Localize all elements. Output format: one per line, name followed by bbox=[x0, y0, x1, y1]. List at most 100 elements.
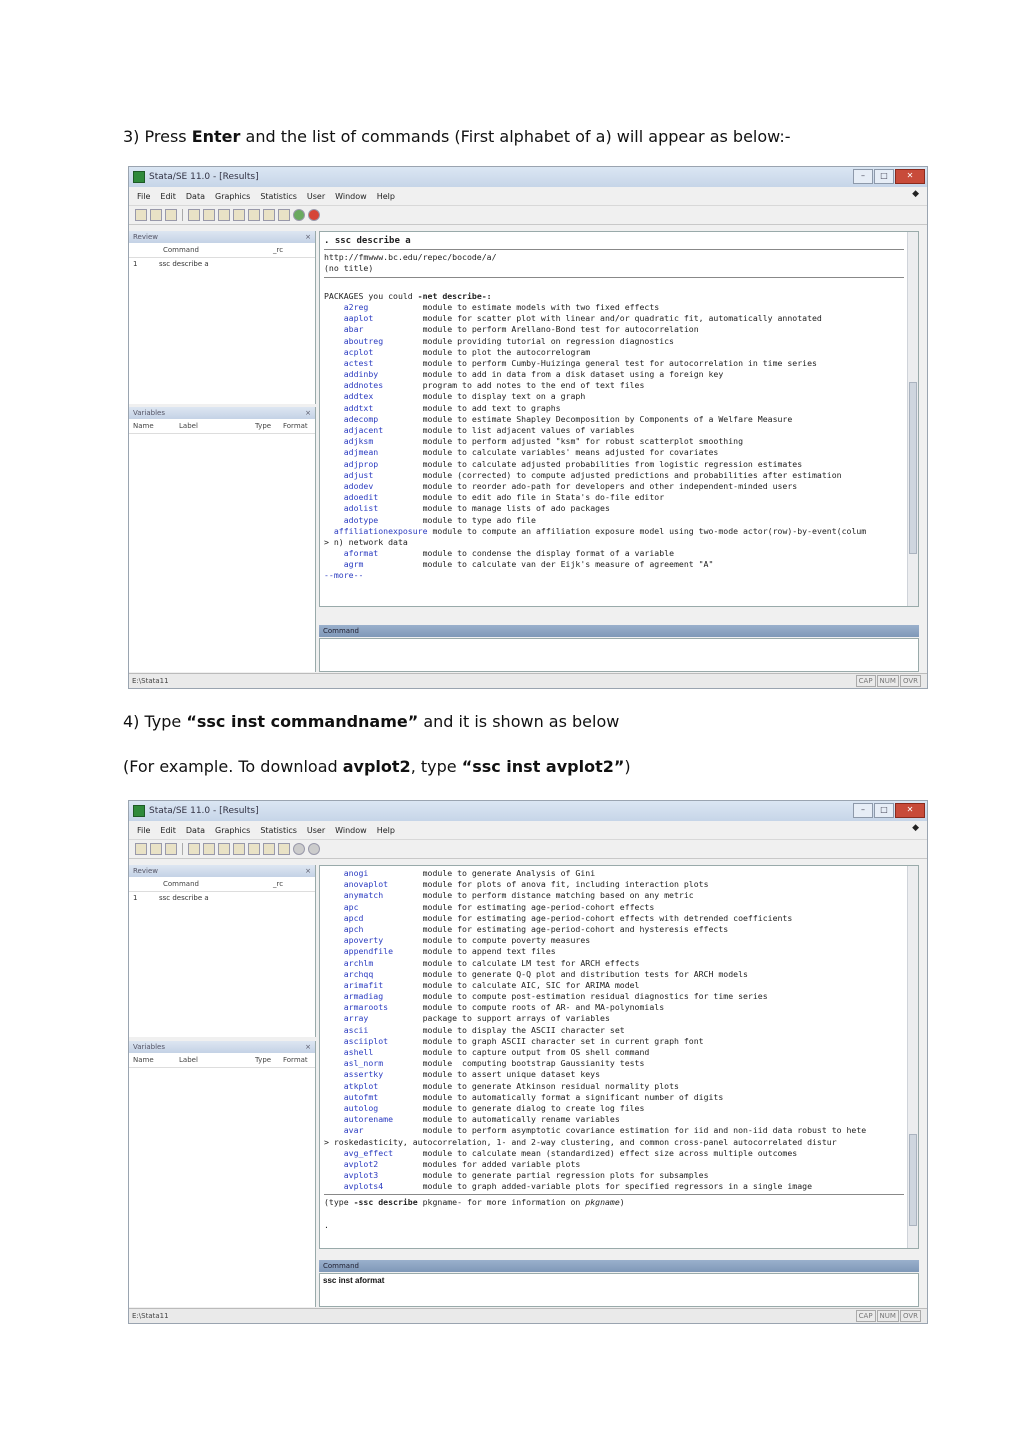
command-input[interactable]: ssc inst aformat bbox=[319, 1273, 919, 1307]
minimize-button[interactable]: – bbox=[853, 169, 873, 184]
package-name-link[interactable]: array bbox=[324, 1013, 369, 1023]
pin-icon[interactable]: ◆ bbox=[912, 189, 919, 199]
package-name-link[interactable]: adodev bbox=[324, 481, 374, 491]
package-name-link[interactable]: assertky bbox=[324, 1069, 383, 1079]
minimize-button[interactable]: – bbox=[853, 803, 873, 818]
package-name-link[interactable]: addnotes bbox=[324, 380, 383, 390]
close-button[interactable]: ✕ bbox=[895, 169, 925, 184]
menu-data[interactable]: Data bbox=[186, 826, 205, 835]
more-link[interactable]: --more-- bbox=[324, 570, 904, 581]
pin-icon[interactable]: ◆ bbox=[912, 823, 919, 833]
package-name-link[interactable]: avplots4 bbox=[324, 1181, 383, 1191]
dofile-icon[interactable] bbox=[233, 843, 245, 855]
package-name-link[interactable]: agrm bbox=[324, 559, 364, 569]
package-name-link[interactable]: archqq bbox=[324, 969, 374, 979]
results-scrollbar[interactable] bbox=[907, 866, 918, 1248]
menu-user[interactable]: User bbox=[307, 192, 325, 201]
package-name-link[interactable]: apch bbox=[324, 924, 364, 934]
go-icon[interactable] bbox=[293, 209, 305, 221]
data-browser-icon[interactable] bbox=[263, 209, 275, 221]
menu-window[interactable]: Window bbox=[335, 826, 367, 835]
package-name-link[interactable]: anogi bbox=[324, 868, 369, 878]
data-browser-icon[interactable] bbox=[263, 843, 275, 855]
graph-icon[interactable] bbox=[218, 843, 230, 855]
viewer-icon[interactable] bbox=[203, 209, 215, 221]
package-name-link[interactable]: autorename bbox=[324, 1114, 393, 1124]
menu-edit[interactable]: Edit bbox=[160, 192, 176, 201]
review-close-icon[interactable]: × bbox=[305, 867, 311, 875]
maximize-button[interactable]: □ bbox=[874, 803, 894, 818]
package-name-link[interactable]: acplot bbox=[324, 347, 374, 357]
package-name-link[interactable]: adecomp bbox=[324, 414, 379, 424]
package-name-link[interactable]: atkplot bbox=[324, 1081, 379, 1091]
menu-help[interactable]: Help bbox=[377, 826, 395, 835]
package-name-link[interactable]: a2reg bbox=[324, 302, 369, 312]
package-name-link[interactable]: adjprop bbox=[324, 459, 379, 469]
package-name-link[interactable]: apoverty bbox=[324, 935, 383, 945]
package-name-link[interactable]: avg_effect bbox=[324, 1148, 393, 1158]
package-name-link[interactable]: avplot3 bbox=[324, 1170, 379, 1180]
variables-manager-icon[interactable] bbox=[278, 209, 290, 221]
package-name-link[interactable]: ascii bbox=[324, 1025, 369, 1035]
package-name-link[interactable]: asl_norm bbox=[324, 1058, 383, 1068]
package-name-link[interactable]: apc bbox=[324, 902, 359, 912]
menu-file[interactable]: File bbox=[137, 192, 150, 201]
dofile-icon[interactable] bbox=[233, 209, 245, 221]
package-name-link[interactable]: autolog bbox=[324, 1103, 379, 1113]
print-icon[interactable] bbox=[165, 843, 177, 855]
review-row[interactable]: 1 ssc describe a bbox=[129, 892, 315, 904]
package-name-link[interactable]: aboutreg bbox=[324, 336, 383, 346]
menu-statistics[interactable]: Statistics bbox=[260, 192, 297, 201]
package-name-link[interactable]: apcd bbox=[324, 913, 364, 923]
menu-window[interactable]: Window bbox=[335, 192, 367, 201]
package-name-link[interactable]: anovaplot bbox=[324, 879, 388, 889]
package-name-link[interactable]: adjmean bbox=[324, 447, 379, 457]
package-name-link[interactable]: avar bbox=[324, 1125, 364, 1135]
package-name-link[interactable]: autofmt bbox=[324, 1092, 379, 1102]
package-name-link[interactable]: addinby bbox=[324, 369, 379, 379]
menu-help[interactable]: Help bbox=[377, 192, 395, 201]
package-name-link[interactable]: addtex bbox=[324, 391, 374, 401]
menu-file[interactable]: File bbox=[137, 826, 150, 835]
package-name-link[interactable]: abar bbox=[324, 324, 364, 334]
menu-user[interactable]: User bbox=[307, 826, 325, 835]
menu-statistics[interactable]: Statistics bbox=[260, 826, 297, 835]
log-icon[interactable] bbox=[188, 209, 200, 221]
variables-close-icon[interactable]: × bbox=[305, 1043, 311, 1051]
log-icon[interactable] bbox=[188, 843, 200, 855]
variables-manager-icon[interactable] bbox=[278, 843, 290, 855]
go-icon[interactable] bbox=[293, 843, 305, 855]
variables-close-icon[interactable]: × bbox=[305, 409, 311, 417]
save-icon[interactable] bbox=[150, 209, 162, 221]
package-name-link[interactable]: armadiag bbox=[324, 991, 383, 1001]
menu-data[interactable]: Data bbox=[186, 192, 205, 201]
package-name-link[interactable]: aformat bbox=[324, 548, 379, 558]
menu-graphics[interactable]: Graphics bbox=[215, 826, 250, 835]
package-name-link[interactable]: arimafit bbox=[324, 980, 383, 990]
print-icon[interactable] bbox=[165, 209, 177, 221]
package-name-link[interactable]: addtxt bbox=[324, 403, 374, 413]
package-name-link[interactable]: armaroots bbox=[324, 1002, 388, 1012]
package-name-link[interactable]: asciiplot bbox=[324, 1036, 388, 1046]
graph-icon[interactable] bbox=[218, 209, 230, 221]
package-name-link[interactable]: ashell bbox=[324, 1047, 374, 1057]
command-input[interactable] bbox=[319, 638, 919, 672]
results-scrollbar[interactable] bbox=[907, 232, 918, 606]
review-row[interactable]: 1 ssc describe a bbox=[129, 258, 315, 270]
package-name-link[interactable]: adjacent bbox=[324, 425, 383, 435]
package-name-link[interactable]: adoedit bbox=[324, 492, 379, 502]
viewer-icon[interactable] bbox=[203, 843, 215, 855]
data-editor-icon[interactable] bbox=[248, 843, 260, 855]
package-name-link[interactable]: adolist bbox=[324, 503, 379, 513]
maximize-button[interactable]: □ bbox=[874, 169, 894, 184]
close-button[interactable]: ✕ bbox=[895, 803, 925, 818]
package-name-link[interactable]: avplot2 bbox=[324, 1159, 379, 1169]
menu-edit[interactable]: Edit bbox=[160, 826, 176, 835]
package-name-link[interactable]: actest bbox=[324, 358, 374, 368]
break-icon[interactable] bbox=[308, 209, 320, 221]
package-name-link[interactable]: adotype bbox=[324, 515, 379, 525]
package-name-link[interactable]: aaplot bbox=[324, 313, 374, 323]
save-icon[interactable] bbox=[150, 843, 162, 855]
package-name-link[interactable]: archlm bbox=[324, 958, 374, 968]
review-close-icon[interactable]: × bbox=[305, 233, 311, 241]
